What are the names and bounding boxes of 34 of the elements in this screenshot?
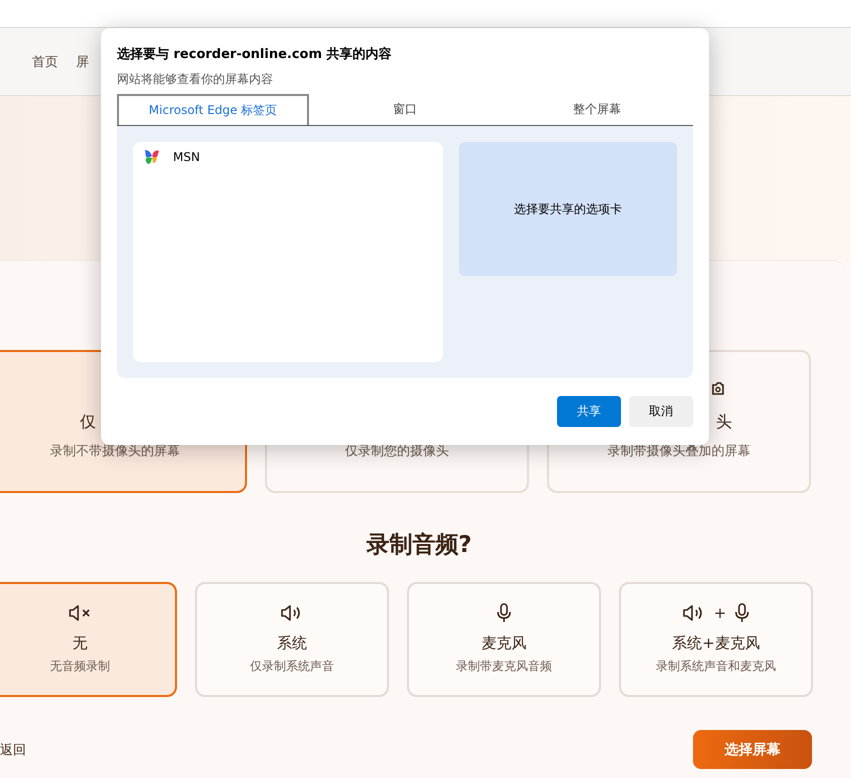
option-description: 仅录制您的摄像头 bbox=[345, 443, 449, 460]
tab-title[interactable]: MSN bbox=[173, 150, 200, 164]
nav-link[interactable]: 首页 bbox=[32, 52, 58, 70]
option-description: 录制不带摄像头的屏幕 bbox=[50, 443, 180, 460]
audio-option-card[interactable]: + 系统+麦克风 录制系统声音和麦克风 bbox=[619, 582, 813, 697]
microphone-icon bbox=[496, 603, 512, 623]
tab[interactable]: Microsoft Edge 标签页 bbox=[117, 94, 309, 125]
audio-option-card[interactable]: 无 无音频录制 bbox=[0, 582, 177, 697]
option-title: 系统+麦克风 bbox=[672, 634, 760, 653]
cancel-button[interactable]: 取消 bbox=[629, 396, 693, 427]
select-screen-button[interactable]: 选择屏幕 bbox=[693, 730, 812, 769]
audio-option-card[interactable]: 麦克风 录制带麦克风音频 bbox=[407, 582, 601, 697]
option-title: 系统 bbox=[277, 634, 307, 653]
speaker-muted-icon bbox=[68, 604, 92, 622]
dialog-subtitle: 网站将能够查看你的屏幕内容 bbox=[117, 71, 274, 88]
option-description: 录制带麦克风音频 bbox=[456, 658, 552, 675]
option-title: 麦克风 bbox=[482, 634, 526, 653]
dialog-title: 选择要与 recorder-online.com 共享的内容 bbox=[117, 46, 393, 63]
plus-sign: + bbox=[714, 604, 726, 622]
option-title: 仅 bbox=[80, 412, 96, 433]
camera-icon bbox=[711, 380, 725, 396]
option-description: 无音频录制 bbox=[50, 658, 110, 675]
option-title: 无 bbox=[72, 634, 88, 653]
nav-link[interactable]: 屏 bbox=[76, 52, 89, 70]
butterfly-icon bbox=[143, 148, 161, 166]
option-title: 头 bbox=[716, 412, 732, 433]
option-description: 仅录制系统声音 bbox=[250, 658, 334, 675]
share-button[interactable]: 共享 bbox=[557, 396, 621, 427]
option-description: 录制系统声音和麦克风 bbox=[656, 658, 776, 675]
preview-hint: 选择要共享的选项卡 bbox=[514, 200, 622, 218]
audio-option-card[interactable]: 系统 仅录制系统声音 bbox=[195, 582, 389, 697]
section-heading: 录制音频? bbox=[365, 531, 473, 560]
back-link[interactable]: 返回 bbox=[0, 740, 26, 758]
microphone-icon bbox=[734, 603, 750, 623]
